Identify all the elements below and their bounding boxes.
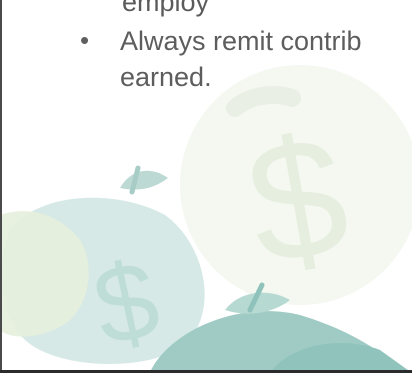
slide: $ $ employ • Always remit contrib earned…	[0, 0, 412, 373]
slide-left-border	[0, 0, 2, 373]
bullet-dot-icon: •	[80, 25, 90, 55]
bullet-text: Always remit contrib earned.	[120, 23, 412, 95]
bullet-line-2: earned.	[120, 62, 212, 92]
partial-heading-text: employ	[122, 0, 210, 17]
bullet-item: • Always remit contrib earned.	[80, 23, 412, 133]
bullet-line-1: Always remit contrib	[120, 26, 362, 56]
